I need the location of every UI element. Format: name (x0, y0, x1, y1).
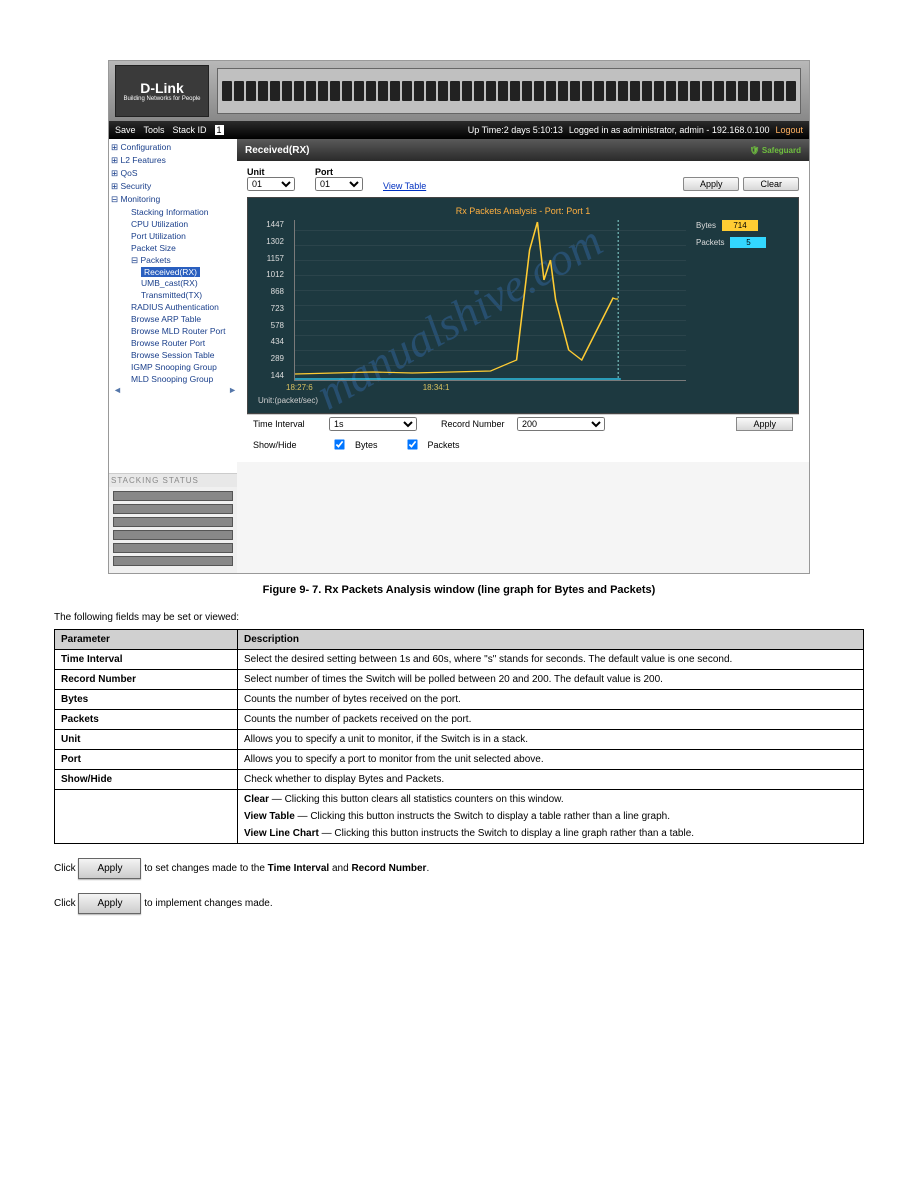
record-number-label: Record Number (441, 419, 511, 429)
time-interval-select[interactable]: 1s (329, 417, 417, 431)
panel-title-text: Received(RX) (245, 145, 309, 156)
cell: Allows you to specify a unit to monitor,… (238, 730, 864, 750)
panel-title-bar: Received(RX) 🛡 Safeguard (237, 139, 809, 161)
tree-mld-snooping[interactable]: MLD Snooping Group (111, 373, 239, 385)
switch-faceplate (217, 68, 801, 114)
view-table-link[interactable]: View Table (383, 181, 426, 191)
save-menu[interactable]: Save (115, 125, 136, 135)
nav-tree[interactable]: ⊞ Configuration ⊞ L2 Features ⊞ QoS ⊞ Se… (109, 139, 242, 473)
uptime-text: Up Time:2 days 5:10:13 (468, 125, 563, 135)
legend-bytes-value: 714 (722, 220, 758, 231)
chart-unit-label: Unit:(packet/sec) (258, 396, 788, 405)
stackid-select[interactable]: 1 (215, 125, 224, 135)
tree-transmitted-tx[interactable]: Transmitted(TX) (111, 289, 239, 301)
tree-stacking-info[interactable]: Stacking Information (111, 206, 239, 218)
apply-button-inline2: Apply (78, 893, 141, 914)
tree-browse-mld[interactable]: Browse MLD Router Port (111, 325, 239, 337)
cell (55, 790, 238, 844)
tree-igmp-snooping[interactable]: IGMP Snooping Group (111, 361, 239, 373)
logo-subtitle: Building Networks for People (123, 96, 200, 102)
legend-packets-label: Packets (696, 238, 724, 247)
clear-button[interactable]: Clear (743, 177, 799, 191)
chart-plot-area (294, 220, 686, 381)
cell: Bytes (55, 690, 238, 710)
chart-x-axis: 18:27:618:34:1 (258, 383, 788, 392)
figure-caption: Figure 9- 7. Rx Packets Analysis window … (54, 584, 864, 596)
tree-configuration[interactable]: ⊞ Configuration (111, 141, 239, 154)
tree-l2features[interactable]: ⊞ L2 Features (111, 154, 239, 167)
toolbar: Save Tools Stack ID 1 Up Time:2 days 5:1… (109, 121, 809, 139)
port-label: Port (315, 167, 363, 177)
tree-monitoring[interactable]: ⊟ Monitoring (111, 193, 239, 206)
chart-controls: Time Interval 1s Record Number 200 Apply… (247, 414, 799, 456)
cell: Select the desired setting between 1s an… (238, 650, 864, 670)
device-banner: D-Link Building Networks for People (109, 61, 809, 121)
tree-received-rx[interactable]: Received(RX) (141, 267, 200, 277)
apply-button-inline: Apply (78, 858, 141, 879)
login-status: Logged in as administrator, admin - 192.… (569, 125, 770, 135)
cell: Record Number (55, 670, 238, 690)
cell: Packets (55, 710, 238, 730)
chart-apply-button[interactable]: Apply (736, 417, 793, 431)
apply-button[interactable]: Apply (683, 177, 740, 191)
tools-menu[interactable]: Tools (144, 125, 165, 135)
tree-security[interactable]: ⊞ Security (111, 180, 239, 193)
bytes-cb-label: Bytes (355, 440, 378, 450)
app-screenshot: manualshive.com D-Link Building Networks… (108, 60, 810, 574)
th-description: Description (238, 630, 864, 650)
showhide-label: Show/Hide (253, 440, 323, 450)
footer-text-2: Click Apply to implement changes made. (54, 893, 864, 914)
cell: Counts the number of bytes received on t… (238, 690, 864, 710)
tree-cpu-util[interactable]: CPU Utilization (111, 218, 239, 230)
th-parameter: Parameter (55, 630, 238, 650)
chart-title: Rx Packets Analysis - Port: Port 1 (258, 206, 788, 216)
tree-umbcast-rx[interactable]: UMB_cast(RX) (111, 277, 239, 289)
stack-thumbnails (109, 487, 237, 573)
stackid-label: Stack ID (173, 125, 207, 135)
cell: Clear — Clicking this button clears all … (238, 790, 864, 844)
footer-text-1: Click Apply to set changes made to the T… (54, 858, 864, 879)
legend-packets-value: 5 (730, 237, 766, 248)
cell: Port (55, 750, 238, 770)
cell: Check whether to display Bytes and Packe… (238, 770, 864, 790)
cell: Counts the number of packets received on… (238, 710, 864, 730)
cell: Select number of times the Switch will b… (238, 670, 864, 690)
tree-packets[interactable]: ⊟ Packets (111, 254, 239, 267)
cell: Time Interval (55, 650, 238, 670)
rx-chart: Rx Packets Analysis - Port: Port 1 14471… (247, 197, 799, 414)
tree-packet-size[interactable]: Packet Size (111, 242, 239, 254)
bytes-checkbox[interactable] (334, 439, 344, 449)
port-select[interactable]: 01 (315, 177, 363, 191)
packets-cb-label: Packets (428, 440, 460, 450)
tree-browse-router[interactable]: Browse Router Port (111, 337, 239, 349)
time-interval-label: Time Interval (253, 419, 323, 429)
legend-bytes-label: Bytes (696, 221, 716, 230)
parameter-table: Parameter Description Time IntervalSelec… (54, 629, 864, 844)
tree-browse-arp[interactable]: Browse ARP Table (111, 313, 239, 325)
safeguard-indicator: 🛡 Safeguard (749, 146, 801, 155)
stacking-status-label: Stacking Status (109, 473, 237, 487)
chart-y-axis: 14471302 11571012 868723 578434 289144 (258, 220, 284, 380)
cell: Allows you to specify a port to monitor … (238, 750, 864, 770)
unit-label: Unit (247, 167, 295, 177)
packets-checkbox[interactable] (407, 439, 417, 449)
table-intro: The following fields may be set or viewe… (54, 612, 864, 623)
record-number-select[interactable]: 200 (517, 417, 605, 431)
cell: Unit (55, 730, 238, 750)
cell: Show/Hide (55, 770, 238, 790)
logout-link[interactable]: Logout (775, 125, 803, 135)
tree-browse-session[interactable]: Browse Session Table (111, 349, 239, 361)
tree-radius-auth[interactable]: RADIUS Authentication (111, 301, 239, 313)
chart-legend: Bytes 714 Packets 5 (696, 220, 788, 381)
dlink-logo: D-Link Building Networks for People (115, 65, 209, 117)
tree-port-util[interactable]: Port Utilization (111, 230, 239, 242)
tree-qos[interactable]: ⊞ QoS (111, 167, 239, 180)
logo-text: D-Link (140, 80, 184, 96)
unit-select[interactable]: 01 (247, 177, 295, 191)
